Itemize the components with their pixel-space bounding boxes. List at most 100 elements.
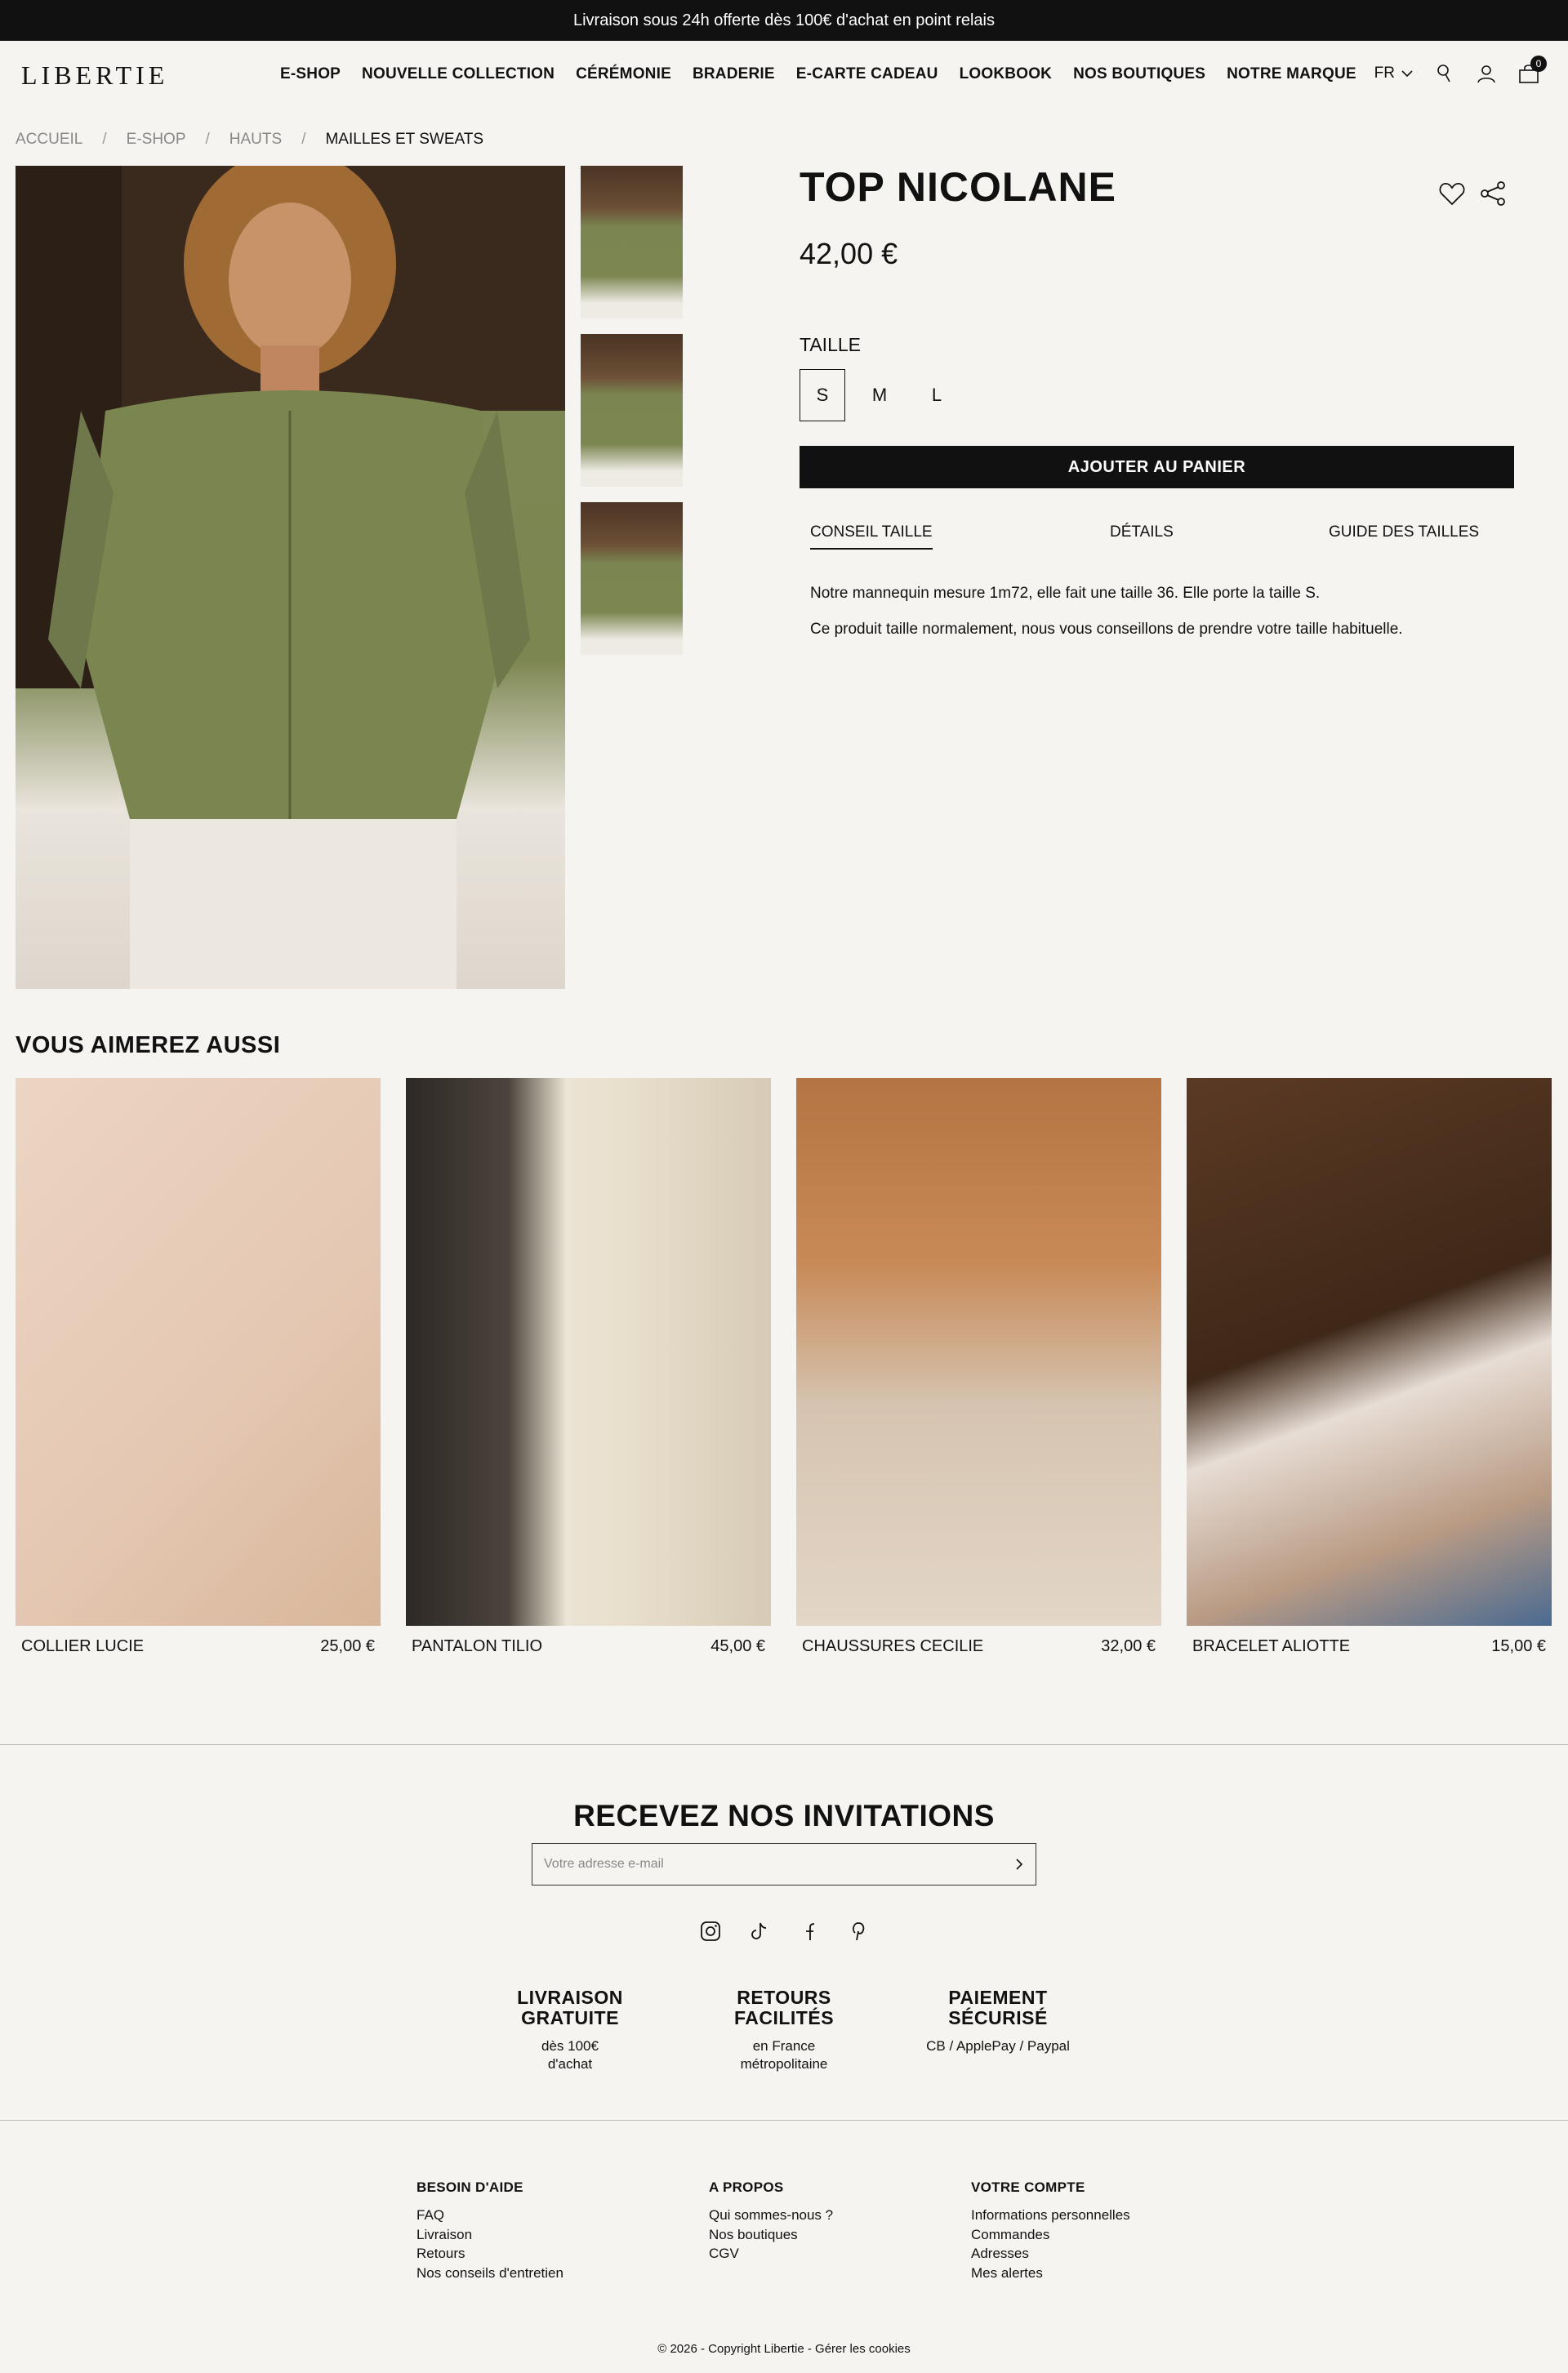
search-icon[interactable] bbox=[1432, 62, 1455, 85]
language-label: FR bbox=[1374, 65, 1395, 82]
product-card-image[interactable] bbox=[1187, 1078, 1552, 1626]
footer-column-title: BESOIN D'AIDE bbox=[416, 2179, 523, 2195]
footer-column-help: BESOIN D'AIDE FAQ Livraison Retours Nos … bbox=[416, 2178, 709, 2283]
product-thumbnail[interactable] bbox=[581, 166, 683, 318]
footer-link[interactable]: Adresses bbox=[971, 2244, 1183, 2264]
product-thumbnail[interactable] bbox=[581, 334, 683, 487]
breadcrumb-accueil[interactable]: ACCUEIL bbox=[16, 131, 82, 149]
pinterest-icon[interactable] bbox=[847, 1921, 868, 1946]
nav-item-ecarte-cadeau[interactable]: E-CARTE CADEAU bbox=[796, 65, 938, 83]
brand-logo[interactable]: LIBERTIE bbox=[21, 60, 168, 91]
language-selector[interactable]: FR bbox=[1374, 65, 1413, 82]
footer-link[interactable]: Nos conseils d'entretien bbox=[416, 2264, 709, 2283]
breadcrumb-separator: / bbox=[102, 131, 107, 148]
footer-link[interactable]: FAQ bbox=[416, 2206, 709, 2225]
tab-conseil-taille[interactable]: CONSEIL TAILLE bbox=[810, 523, 933, 550]
chevron-right-icon[interactable] bbox=[1014, 1857, 1024, 1876]
product-card-image[interactable] bbox=[796, 1078, 1161, 1626]
service-features: LIVRAISON GRATUITE dès 100€ d'achat RETOUR… bbox=[0, 1987, 1568, 2073]
newsletter-placeholder: Votre adresse e-mail bbox=[544, 1857, 664, 1871]
account-icon[interactable] bbox=[1475, 62, 1498, 85]
size-label: TAILLE bbox=[800, 334, 861, 355]
product-title: TOP NICOLANE bbox=[800, 164, 1116, 210]
product-main-image[interactable] bbox=[16, 166, 565, 989]
size-option-m[interactable]: M bbox=[857, 369, 902, 421]
footer-link[interactable]: CGV bbox=[709, 2244, 971, 2264]
product-card-name[interactable]: PANTALON TILIO bbox=[412, 1637, 542, 1656]
model-illustration bbox=[16, 166, 565, 989]
feature-title: FACILITÉS bbox=[733, 2007, 835, 2029]
product-tabs: CONSEIL TAILLE DÉTAILS GUIDE DES TAILLES bbox=[800, 523, 1514, 554]
nav-item-eshop[interactable]: E-SHOP bbox=[280, 65, 341, 83]
newsletter-email-field[interactable]: Votre adresse e-mail bbox=[532, 1843, 1036, 1885]
add-to-cart-button[interactable]: AJOUTER AU PANIER bbox=[800, 446, 1514, 488]
share-icon[interactable] bbox=[1480, 181, 1506, 210]
size-option-l[interactable]: L bbox=[914, 369, 960, 421]
facebook-icon[interactable] bbox=[798, 1921, 819, 1946]
social-links bbox=[0, 1921, 1568, 1946]
recommendations-title: VOUS AIMEREZ AUSSI bbox=[16, 1032, 281, 1058]
tab-details[interactable]: DÉTAILS bbox=[1110, 523, 1174, 548]
nav-item-nouvelle-collection[interactable]: NOUVELLE COLLECTION bbox=[362, 65, 555, 83]
size-advice-text: Ce produit taille normalement, nous vous… bbox=[810, 620, 1403, 638]
announcement-text: Livraison sous 24h offerte dès 100€ d'ac… bbox=[572, 11, 995, 29]
instagram-icon[interactable] bbox=[700, 1921, 721, 1946]
footer-link[interactable]: Livraison bbox=[416, 2225, 709, 2245]
product-thumbnail[interactable] bbox=[581, 502, 683, 655]
footer-column-title: VOTRE COMPTE bbox=[971, 2179, 1085, 2195]
footer-link[interactable]: Retours bbox=[416, 2244, 709, 2264]
nav-item-lookbook[interactable]: LOOKBOOK bbox=[960, 65, 1053, 83]
nav-item-ceremonie[interactable]: CÉRÉMONIE bbox=[576, 65, 671, 83]
footer-links: BESOIN D'AIDE FAQ Livraison Retours Nos … bbox=[416, 2178, 1183, 2283]
product-card-price: 32,00 € bbox=[1101, 1637, 1156, 1655]
footer-column-about: A PROPOS Qui sommes-nous ? Nos boutiques… bbox=[709, 2178, 971, 2283]
footer-column-title: A PROPOS bbox=[709, 2179, 784, 2195]
product-price: 42,00 € bbox=[800, 237, 898, 270]
cart-icon[interactable]: 0 bbox=[1517, 56, 1547, 85]
copyright-text[interactable]: © 2026 - Copyright Libertie - Gérer les … bbox=[0, 2342, 1568, 2356]
heart-icon[interactable] bbox=[1439, 181, 1465, 210]
breadcrumb-current: MAILLES ET SWEATS bbox=[325, 131, 484, 148]
footer-link[interactable]: Informations personnelles bbox=[971, 2206, 1183, 2225]
breadcrumb-separator: / bbox=[205, 131, 210, 148]
footer-column-account: VOTRE COMPTE Informations personnelles C… bbox=[971, 2178, 1183, 2283]
feature-title: GRATUITE bbox=[521, 2007, 619, 2029]
footer-link[interactable]: Nos boutiques bbox=[709, 2225, 971, 2245]
feature-title: RETOURS bbox=[737, 1987, 831, 2008]
product-card-price: 45,00 € bbox=[710, 1637, 765, 1655]
feature-title: SÉCURISÉ bbox=[948, 2007, 1048, 2029]
tab-guide-des-tailles[interactable]: GUIDE DES TAILLES bbox=[1329, 523, 1479, 548]
section-divider bbox=[0, 2120, 1568, 2121]
nav-item-braderie[interactable]: BRADERIE bbox=[693, 65, 775, 83]
feature-title: PAIEMENT bbox=[948, 1987, 1048, 2008]
feature-text: CB / ApplePay / Paypal bbox=[926, 2037, 1070, 2054]
product-card[interactable]: COLLIER LUCIE 25,00 € bbox=[16, 1078, 381, 1656]
nav-item-notre-marque[interactable]: NOTRE MARQUE bbox=[1227, 65, 1356, 83]
feature-retours: RETOURS FACILITÉS en France métropolitaine bbox=[677, 1987, 891, 2073]
product-card-image[interactable] bbox=[16, 1078, 381, 1626]
nav-item-nos-boutiques[interactable]: NOS BOUTIQUES bbox=[1073, 65, 1205, 83]
breadcrumb-hauts[interactable]: HAUTS bbox=[229, 131, 282, 149]
footer-link[interactable]: Mes alertes bbox=[971, 2264, 1183, 2283]
feature-text: en France bbox=[752, 2037, 816, 2054]
product-card-name[interactable]: COLLIER LUCIE bbox=[21, 1637, 144, 1656]
size-selector: S M L bbox=[800, 369, 960, 421]
section-divider bbox=[0, 1744, 1568, 1745]
product-card[interactable]: BRACELET ALIOTTE 15,00 € bbox=[1187, 1078, 1552, 1656]
product-card-image[interactable] bbox=[406, 1078, 771, 1626]
product-actions bbox=[1439, 181, 1506, 210]
product-card-name[interactable]: BRACELET ALIOTTE bbox=[1192, 1637, 1350, 1656]
tiktok-icon[interactable] bbox=[749, 1921, 770, 1946]
product-card[interactable]: PANTALON TILIO 45,00 € bbox=[406, 1078, 771, 1656]
product-card-price: 25,00 € bbox=[320, 1637, 375, 1655]
feature-title: LIVRAISON bbox=[517, 1987, 623, 2008]
feature-paiement: PAIEMENT SÉCURISÉ CB / ApplePay / Paypal bbox=[891, 1987, 1105, 2073]
footer-link[interactable]: Qui sommes-nous ? bbox=[709, 2206, 971, 2225]
feature-livraison: LIVRAISON GRATUITE dès 100€ d'achat bbox=[463, 1987, 677, 2073]
footer-link[interactable]: Commandes bbox=[971, 2225, 1183, 2245]
breadcrumb-eshop[interactable]: E-SHOP bbox=[127, 131, 186, 149]
product-card-name[interactable]: CHAUSSURES CECILIE bbox=[802, 1637, 983, 1656]
product-card-price: 15,00 € bbox=[1491, 1637, 1546, 1655]
size-option-s[interactable]: S bbox=[800, 369, 845, 421]
product-card[interactable]: CHAUSSURES CECILIE 32,00 € bbox=[796, 1078, 1161, 1656]
